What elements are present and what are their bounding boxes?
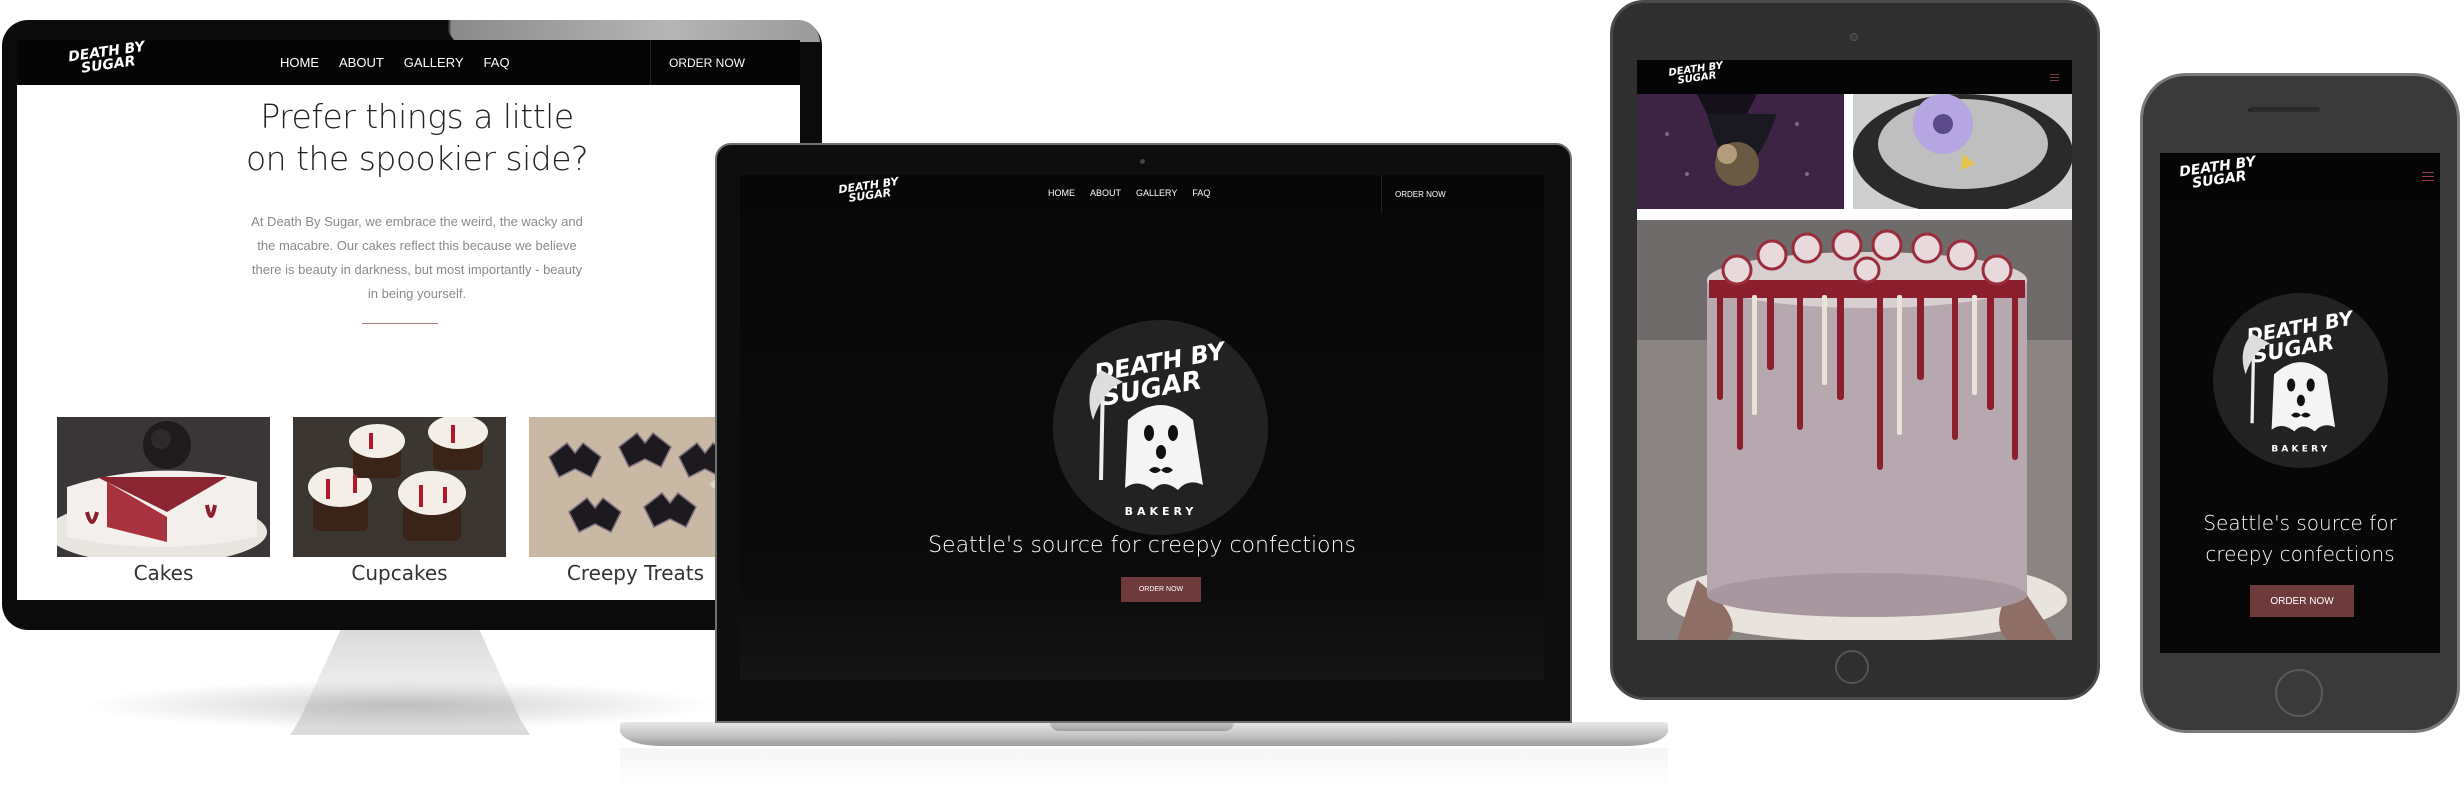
laptop-tagline: Seattle's source for creepy confections xyxy=(928,533,1356,558)
ghost-reaper-icon: DEATH BY SUGAR BAKERY xyxy=(2242,306,2356,455)
gallery-image-2[interactable] xyxy=(1853,94,2072,214)
nav-faq[interactable]: FAQ xyxy=(484,55,510,70)
laptop-camera xyxy=(1140,159,1145,164)
hamburger-menu-icon[interactable] xyxy=(2422,172,2434,181)
monitor-glare xyxy=(440,20,820,42)
phone-screen: DEATH BY SUGAR DEATH BY SUGAR BAKERY Sea… xyxy=(2160,153,2440,653)
laptop-reflection xyxy=(620,748,1668,788)
desktop-nav-links: HOME ABOUT GALLERY FAQ xyxy=(280,55,510,70)
tagline-line2: creepy confections xyxy=(2205,542,2395,566)
phone-logo[interactable]: DEATH BY SUGAR xyxy=(2178,154,2259,192)
phone-navbar: DEATH BY SUGAR xyxy=(2160,153,2440,201)
desktop-intro-text: At Death By Sugar, we embrace the weird,… xyxy=(177,210,657,306)
gallery-image-1[interactable] xyxy=(1637,94,1844,209)
phone: DEATH BY SUGAR DEATH BY SUGAR BAKERY Sea… xyxy=(2140,73,2460,733)
phone-front-camera xyxy=(2248,108,2252,112)
gallery-image-featured-cake[interactable] xyxy=(1637,220,2072,640)
galaxy-cake-photo xyxy=(1637,94,1844,209)
card-label-cakes[interactable]: Cakes xyxy=(57,561,270,585)
heading-line1: Prefer things a little xyxy=(260,97,574,136)
intro-line: there is beauty in darkness, but most im… xyxy=(251,262,583,277)
cake-photo xyxy=(57,417,270,557)
intro-divider xyxy=(362,323,438,324)
laptop-hero-logo: DEATH BY SUGAR BAKERY xyxy=(1053,320,1268,535)
tagline-line1: Seattle's source for xyxy=(2203,511,2397,535)
tablet-logo[interactable]: DEATH BY SUGAR xyxy=(1668,60,1725,86)
nav-about[interactable]: ABOUT xyxy=(339,55,384,70)
tablet-camera xyxy=(1850,33,1858,41)
nav-gallery[interactable]: GALLERY xyxy=(404,55,464,70)
flower-cake-photo xyxy=(1853,94,2072,214)
tablet-home-button[interactable] xyxy=(1835,650,1869,684)
hamburger-mid-line xyxy=(2050,77,2059,78)
hamburger-menu-icon[interactable] xyxy=(2050,74,2059,81)
category-card-cupcakes[interactable] xyxy=(293,417,506,557)
logo-bakery: BAKERY xyxy=(1125,505,1198,518)
nav-gallery[interactable]: GALLERY xyxy=(1136,188,1177,198)
nav-order-now[interactable]: ORDER NOW xyxy=(650,40,745,85)
intro-line: the macabre. Our cakes reflect this beca… xyxy=(257,238,577,253)
laptop-logo[interactable]: DEATH BY SUGAR xyxy=(838,175,901,205)
laptop-nav-links: HOME ABOUT GALLERY FAQ xyxy=(1048,188,1210,198)
nav-faq[interactable]: FAQ xyxy=(1192,188,1210,198)
device-mockup-stage: DEATH BY SUGAR HOME ABOUT GALLERY FAQ OR… xyxy=(0,0,2464,788)
laptop-notch xyxy=(1050,722,1234,731)
phone-hero-logo: DEATH BY SUGAR BAKERY xyxy=(2213,293,2388,468)
drip-cake-photo xyxy=(1637,220,2072,640)
desktop-logo[interactable]: DEATH BY SUGAR xyxy=(67,40,148,77)
hamburger-mid-line xyxy=(2422,176,2434,177)
category-card-cakes[interactable] xyxy=(57,417,270,557)
nav-about[interactable]: ABOUT xyxy=(1090,188,1121,198)
desktop-navbar: DEATH BY SUGAR HOME ABOUT GALLERY FAQ OR… xyxy=(17,40,800,85)
phone-home-button[interactable] xyxy=(2275,669,2323,717)
nav-home[interactable]: HOME xyxy=(1048,188,1075,198)
tablet: DEATH BY SUGAR xyxy=(1610,0,2100,700)
intro-line: in being yourself. xyxy=(367,286,467,301)
card-label-cupcakes[interactable]: Cupcakes xyxy=(293,561,506,585)
logo-bakery: BAKERY xyxy=(2271,445,2330,455)
laptop: DEATH BY SUGAR HOME ABOUT GALLERY FAQ OR… xyxy=(620,140,1670,788)
intro-line: At Death By Sugar, we embrace the weird,… xyxy=(251,214,583,229)
ghost-reaper-icon: DEATH BY SUGAR BAKERY xyxy=(1089,336,1230,518)
tablet-navbar: DEATH BY SUGAR xyxy=(1637,60,2072,94)
phone-order-button[interactable]: ORDER NOW xyxy=(2250,585,2354,617)
laptop-navbar: DEATH BY SUGAR HOME ABOUT GALLERY FAQ OR… xyxy=(740,175,1544,213)
nav-order-now[interactable]: ORDER NOW xyxy=(1381,175,1446,213)
laptop-order-button[interactable]: ORDER NOW xyxy=(1121,577,1201,602)
cupcakes-photo xyxy=(293,417,506,557)
laptop-screen: DEATH BY SUGAR HOME ABOUT GALLERY FAQ OR… xyxy=(740,175,1544,680)
phone-speaker xyxy=(2250,107,2320,112)
nav-home[interactable]: HOME xyxy=(280,55,319,70)
phone-tagline: Seattle's source for creepy confections xyxy=(2160,508,2440,570)
tablet-screen: DEATH BY SUGAR xyxy=(1637,60,2072,640)
